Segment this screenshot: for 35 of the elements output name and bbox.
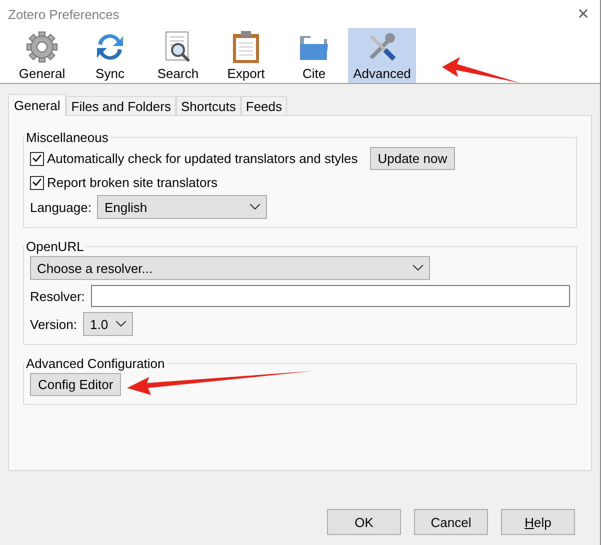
toolbar-tab[interactable]: Export	[212, 28, 280, 83]
toolbar-tab[interactable]: General	[8, 28, 76, 83]
field-label: Language:	[30, 200, 92, 214]
dialog-button[interactable]: Cancel	[414, 509, 488, 535]
tab[interactable]: Shortcuts	[176, 96, 241, 116]
update-button[interactable]: Update now	[370, 147, 456, 170]
version-dropdown[interactable]: 1.0	[82, 312, 133, 336]
language-dropdown[interactable]: English	[97, 195, 268, 219]
chevron-down-icon	[250, 204, 260, 210]
group-title: OpenURL	[25, 239, 85, 254]
close-button[interactable]: ✕	[577, 5, 590, 23]
gear-icon	[25, 30, 59, 64]
checkbox[interactable]	[30, 152, 44, 166]
tab[interactable]: General	[8, 94, 66, 116]
toolbar-tab[interactable]: Cite	[280, 28, 348, 83]
checkbox-label: Automatically check for updated translators and styles	[47, 151, 358, 166]
toolbar-tab[interactable]: Sync	[76, 28, 144, 83]
tab[interactable]: Files and Folders	[66, 96, 176, 116]
resolver-dropdown[interactable]: Choose a resolver...	[30, 256, 430, 280]
group-title: Advanced Configuration	[25, 356, 166, 371]
toolbar-tab[interactable]: Search	[144, 28, 212, 83]
field-label: Resolver:	[30, 288, 85, 304]
checkbox[interactable]	[30, 176, 44, 190]
resolver-field[interactable]	[90, 285, 570, 307]
group-title: Miscellaneous	[25, 130, 110, 145]
config-editor-button[interactable]: Config Editor	[30, 373, 122, 396]
dialog-button[interactable]: Help	[501, 509, 575, 535]
dialog-button[interactable]: OK	[327, 509, 401, 535]
checkbox-label: Report broken site translators	[47, 175, 218, 190]
tab[interactable]: Feeds	[240, 96, 288, 116]
toolbar-tab[interactable]: Advanced	[348, 28, 416, 83]
field-label: Version:	[30, 316, 77, 332]
window-title: Zotero Preferences	[8, 6, 120, 22]
chevron-down-icon	[413, 265, 423, 271]
chevron-down-icon	[116, 321, 126, 327]
